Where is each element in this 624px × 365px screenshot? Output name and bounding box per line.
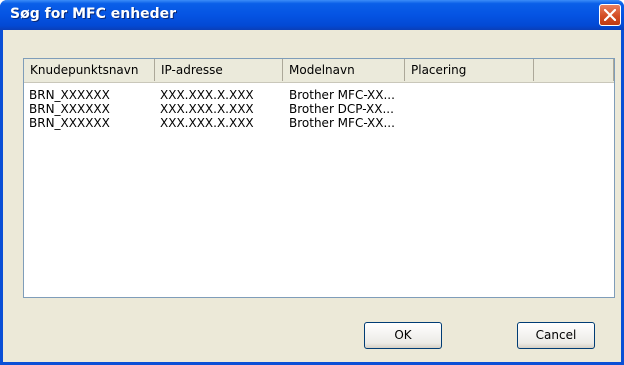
window-title: Søg for MFC enheder	[10, 6, 177, 22]
column-header-empty	[534, 59, 614, 81]
cell-model-name: Brother DCP-XX...	[289, 102, 394, 116]
cancel-button[interactable]: Cancel	[517, 322, 595, 349]
cell-ip-address: XXX.XXX.X.XXX	[160, 116, 254, 130]
table-row[interactable]: BRN_XXXXXX XXX.XXX.X.XXX Brother MFC-XX.…	[24, 116, 614, 130]
device-list[interactable]: Knudepunktsnavn IP-adresse Modelnavn Pla…	[23, 58, 615, 298]
cell-node-name: BRN_XXXXXX	[29, 88, 110, 102]
close-button[interactable]	[599, 4, 621, 26]
list-header: Knudepunktsnavn IP-adresse Modelnavn Pla…	[24, 59, 614, 83]
dialog-window: Søg for MFC enheder Knudepunktsnavn IP-a…	[0, 0, 624, 365]
table-row[interactable]: BRN_XXXXXX XXX.XXX.X.XXX Brother MFC-XX.…	[24, 88, 614, 102]
column-header-ip-adresse[interactable]: IP-adresse	[155, 59, 283, 81]
cell-ip-address: XXX.XXX.X.XXX	[160, 88, 254, 102]
cell-model-name: Brother MFC-XX...	[289, 116, 395, 130]
cell-node-name: BRN_XXXXXX	[29, 116, 110, 130]
cell-node-name: BRN_XXXXXX	[29, 102, 110, 116]
table-row[interactable]: BRN_XXXXXX XXX.XXX.X.XXX Brother DCP-XX.…	[24, 102, 614, 116]
close-icon	[604, 9, 616, 21]
ok-button[interactable]: OK	[364, 322, 442, 349]
column-header-placering[interactable]: Placering	[405, 59, 534, 81]
cell-model-name: Brother MFC-XX...	[289, 88, 395, 102]
column-header-knudepunktsnavn[interactable]: Knudepunktsnavn	[24, 59, 155, 81]
title-bar[interactable]: Søg for MFC enheder	[0, 0, 624, 30]
cell-ip-address: XXX.XXX.X.XXX	[160, 102, 254, 116]
column-header-modelnavn[interactable]: Modelnavn	[283, 59, 405, 81]
